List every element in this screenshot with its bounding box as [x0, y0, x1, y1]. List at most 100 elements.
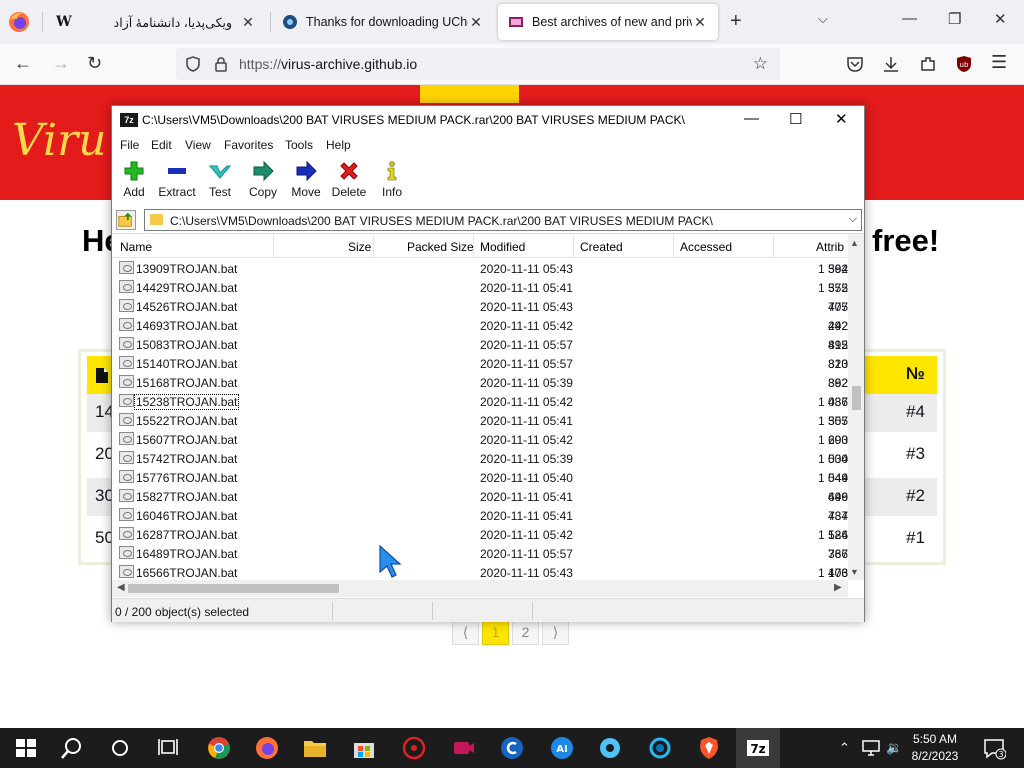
volume-icon[interactable]: 🔉: [886, 740, 902, 756]
file-row[interactable]: 13909TROJAN.bat 1 392 564 2020-11-11 05:43: [112, 259, 848, 278]
scroll-down-arrow-icon[interactable]: ▼: [850, 567, 859, 577]
windows-start-icon[interactable]: [14, 736, 38, 760]
hamburger-menu-icon[interactable]: ☰: [991, 52, 1007, 73]
search-icon[interactable]: [60, 736, 84, 760]
file-row[interactable]: 14526TROJAN.bat 775 407 2020-11-11 05:43: [112, 297, 848, 316]
up-folder-icon[interactable]: [116, 210, 136, 230]
file-row[interactable]: 16566TROJAN.bat 1 103 476 2020-11-11 05:43: [112, 563, 848, 580]
forward-arrow-icon[interactable]: →: [52, 53, 70, 74]
notification-center-icon[interactable]: 3: [982, 736, 1006, 760]
file-row[interactable]: 15083TROJAN.bat 895 412 2020-11-11 05:57: [112, 335, 848, 354]
close-icon[interactable]: ✕: [692, 14, 708, 31]
menu-help[interactable]: Help: [326, 138, 351, 152]
menu-view[interactable]: View: [185, 138, 211, 152]
menu-file[interactable]: File: [120, 138, 139, 152]
brave-icon[interactable]: [697, 736, 721, 760]
tab-uchecker[interactable]: Thanks for downloading UChec ✕: [272, 4, 494, 40]
menu-edit[interactable]: Edit: [151, 138, 172, 152]
ublock-origin-icon[interactable]: ub: [955, 55, 973, 73]
file-explorer-icon[interactable]: [303, 736, 327, 760]
settings-gear-icon[interactable]: [598, 736, 622, 760]
url-text[interactable]: https://virus-archive.github.io: [239, 56, 417, 72]
chevron-down-icon[interactable]: ⌵: [849, 213, 857, 226]
file-row[interactable]: 16046TROJAN.bat 784 437 2020-11-11 05:41: [112, 506, 848, 525]
pager-prev-button[interactable]: ⟨: [452, 619, 479, 645]
tab-list-chevron-icon[interactable]: ⌵: [818, 11, 828, 27]
file-row[interactable]: 16489TROJAN.bat 767 386 2020-11-11 05:57: [112, 544, 848, 563]
lock-icon[interactable]: [214, 56, 228, 72]
extensions-puzzle-icon[interactable]: [919, 55, 937, 73]
cortana-icon[interactable]: [108, 736, 132, 760]
downloads-icon[interactable]: [882, 55, 900, 73]
7zip-app-icon[interactable]: 7z: [120, 113, 138, 127]
delete-button[interactable]: Delete: [327, 160, 371, 199]
menu-favorites[interactable]: Favorites: [224, 138, 273, 152]
info-button[interactable]: Info: [370, 160, 414, 199]
ccleaner-icon[interactable]: [500, 736, 524, 760]
file-row[interactable]: 15168TROJAN.bat 862 392 2020-11-11 05:39: [112, 373, 848, 392]
file-row[interactable]: 16287TROJAN.bat 1 186 524 2020-11-11 05:42: [112, 525, 848, 544]
firefox-taskbar-icon[interactable]: [255, 736, 279, 760]
scroll-left-arrow-icon[interactable]: ◀: [117, 582, 125, 593]
maximize-icon[interactable]: ☐: [789, 110, 802, 128]
system-clock[interactable]: 5:50 AM 8/2/2023: [905, 731, 965, 765]
horizontal-scrollbar[interactable]: ◀ ▶: [112, 580, 848, 597]
column-size[interactable]: Size: [348, 240, 371, 254]
extract-button[interactable]: Extract: [155, 160, 199, 199]
reload-icon[interactable]: ↻: [87, 53, 102, 74]
minimize-icon[interactable]: —: [902, 10, 917, 27]
file-row[interactable]: 15742TROJAN.bat 1 004 530 2020-11-11 05:39: [112, 449, 848, 468]
close-window-icon[interactable]: ✕: [994, 10, 1007, 28]
file-row[interactable]: 15776TROJAN.bat 1 044 549 2020-11-11 05:40: [112, 468, 848, 487]
network-icon[interactable]: [861, 738, 881, 758]
vertical-scrollbar[interactable]: ▲ ▼: [848, 234, 864, 580]
close-icon[interactable]: ✕: [468, 14, 484, 31]
column-accessed[interactable]: Accessed: [680, 240, 732, 254]
close-icon[interactable]: ✕: [240, 14, 256, 31]
url-bar[interactable]: https://virus-archive.github.io ☆: [176, 48, 780, 80]
new-tab-button[interactable]: +: [730, 10, 742, 33]
column-attrib[interactable]: Attrib: [816, 240, 844, 254]
7zip-taskbar-icon[interactable]: 7z: [746, 736, 770, 760]
column-separator[interactable]: [373, 234, 374, 258]
scroll-right-arrow-icon[interactable]: ▶: [834, 582, 842, 593]
column-modified[interactable]: Modified: [480, 240, 525, 254]
file-row[interactable]: 15607TROJAN.bat 1 293 600 2020-11-11 05:42: [112, 430, 848, 449]
horizontal-scroll-thumb[interactable]: [128, 584, 339, 593]
red-app-icon[interactable]: [402, 736, 426, 760]
site-logo[interactable]: Viru: [12, 115, 106, 166]
tab-virus-archive[interactable]: Best archives of new and privat ✕: [498, 4, 718, 40]
sync-app-icon[interactable]: [648, 736, 672, 760]
column-separator[interactable]: [473, 234, 474, 258]
file-row[interactable]: 14429TROJAN.bat 1 372 555 2020-11-11 05:41: [112, 278, 848, 297]
add-button[interactable]: Add: [112, 160, 156, 199]
task-view-icon[interactable]: [156, 736, 180, 760]
file-row[interactable]: 15238TROJAN.bat 1 037 486 2020-11-11 05:42: [112, 392, 848, 411]
close-icon[interactable]: ✕: [835, 110, 848, 128]
menu-tools[interactable]: Tools: [285, 138, 313, 152]
file-row[interactable]: 15827TROJAN.bat 699 446 2020-11-11 05:41: [112, 487, 848, 506]
file-row[interactable]: 15140TROJAN.bat 813 320 2020-11-11 05:57: [112, 354, 848, 373]
column-name[interactable]: Name: [120, 240, 152, 254]
pager-next-button[interactable]: ⟩: [542, 619, 569, 645]
maximize-icon[interactable]: ❐: [948, 10, 961, 28]
back-arrow-icon[interactable]: ←: [14, 53, 32, 74]
minimize-icon[interactable]: —: [744, 110, 759, 127]
scroll-up-arrow-icon[interactable]: ▲: [850, 238, 859, 248]
column-created[interactable]: Created: [580, 240, 623, 254]
bookmark-star-icon[interactable]: ☆: [753, 54, 768, 74]
column-separator[interactable]: [273, 234, 274, 258]
chrome-icon[interactable]: [207, 736, 231, 760]
copy-button[interactable]: Copy: [241, 160, 285, 199]
test-button[interactable]: Test: [198, 160, 242, 199]
tray-chevron-up-icon[interactable]: ⌃: [839, 740, 850, 756]
vertical-scroll-thumb[interactable]: [852, 386, 861, 410]
firefox-logo-icon[interactable]: [8, 11, 30, 33]
column-separator[interactable]: [673, 234, 674, 258]
pager-page-1[interactable]: 1: [482, 619, 509, 645]
file-row[interactable]: 15522TROJAN.bat 1 355 507 2020-11-11 05:41: [112, 411, 848, 430]
microsoft-store-icon[interactable]: [352, 736, 376, 760]
tracking-shield-icon[interactable]: [186, 56, 200, 72]
column-separator[interactable]: [773, 234, 774, 258]
tab-wikipedia[interactable]: W ویکی‌پدیا، دانشنامهٔ آزاد ✕: [46, 4, 266, 40]
